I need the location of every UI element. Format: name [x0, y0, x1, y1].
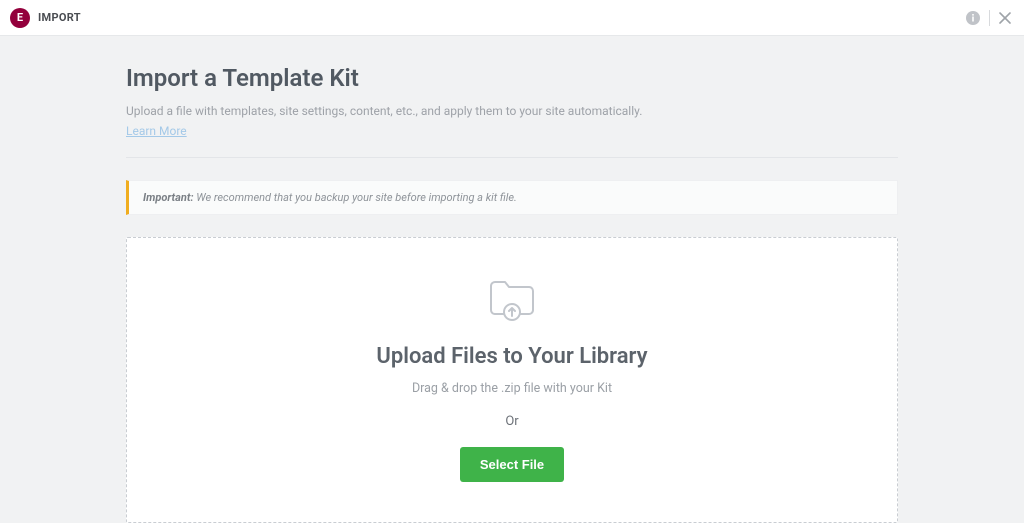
upload-folder-icon: [147, 276, 877, 322]
notice-text: We recommend that you backup your site b…: [194, 191, 517, 204]
page-title: Import a Template Kit: [126, 64, 898, 92]
info-icon[interactable]: [965, 10, 981, 26]
page-section-title: IMPORT: [38, 11, 81, 24]
dropzone-or-text: Or: [147, 414, 877, 429]
dropzone-subtitle: Drag & drop the .zip file with your Kit: [147, 381, 877, 396]
top-bar-left: E IMPORT: [10, 8, 81, 28]
top-bar: E IMPORT: [0, 0, 1024, 36]
select-file-button[interactable]: Select File: [460, 447, 564, 482]
dropzone-heading: Upload Files to Your Library: [147, 344, 877, 369]
content-area: Import a Template Kit Upload a file with…: [0, 36, 1024, 523]
elementor-logo: E: [10, 8, 30, 28]
important-notice: Important: We recommend that you backup …: [126, 180, 898, 215]
logo-letter: E: [17, 11, 23, 24]
horizontal-divider: [126, 157, 898, 158]
notice-label: Important:: [143, 191, 194, 204]
page-subtitle: Upload a file with templates, site setti…: [126, 102, 898, 120]
vertical-divider: [989, 10, 990, 26]
content-container: Import a Template Kit Upload a file with…: [126, 64, 898, 523]
close-icon[interactable]: [998, 11, 1012, 25]
top-bar-right: [965, 10, 1012, 26]
upload-dropzone[interactable]: Upload Files to Your Library Drag & drop…: [126, 237, 898, 523]
learn-more-link[interactable]: Learn More: [126, 124, 187, 138]
